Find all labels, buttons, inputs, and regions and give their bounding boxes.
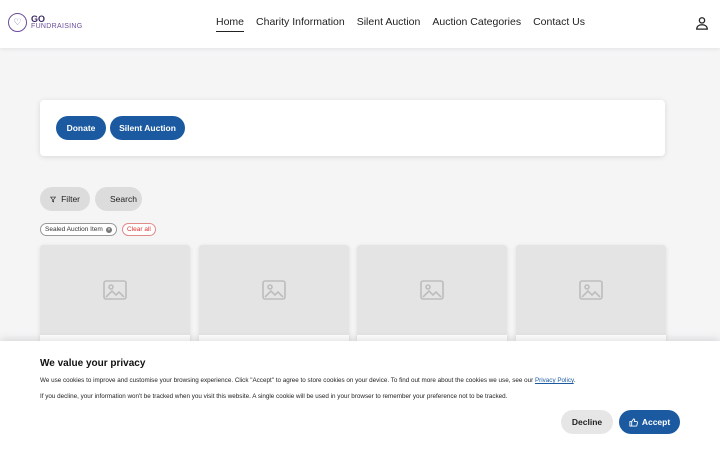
cookie-title: We value your privacy <box>40 358 146 369</box>
decline-button[interactable]: Decline <box>561 410 613 434</box>
nav-silent-auction[interactable]: Silent Auction <box>357 16 421 32</box>
card-image <box>199 245 349 335</box>
image-placeholder-icon <box>103 280 127 300</box>
filter-icon <box>50 196 57 202</box>
nav-contact-us[interactable]: Contact Us <box>533 16 585 32</box>
site-header: ♡ GO FUNDRAISING Home Charity Informatio… <box>0 0 720 48</box>
thumbs-up-icon <box>629 417 638 427</box>
silent-auction-button[interactable]: Silent Auction <box>110 116 185 140</box>
accept-button[interactable]: Accept <box>619 410 680 434</box>
close-icon[interactable]: × <box>105 226 112 233</box>
logo-sub: FUNDRAISING <box>31 22 83 30</box>
search-label: Search <box>110 194 137 204</box>
filter-button[interactable]: Filter <box>40 187 90 211</box>
nav-auction-categories[interactable]: Auction Categories <box>432 16 521 32</box>
nav-home[interactable]: Home <box>216 16 245 32</box>
search-button[interactable]: Search <box>95 187 142 211</box>
cookie-banner: We value your privacy We use cookies to … <box>0 341 720 450</box>
cookie-text-primary: We use cookies to improve and customise … <box>40 377 575 384</box>
cookie-text-secondary: If you decline, your information won't b… <box>40 393 508 400</box>
auction-item-card[interactable] <box>199 245 349 355</box>
auction-item-card[interactable] <box>357 245 507 355</box>
main-nav: Home Charity Information Silent Auction … <box>216 16 585 32</box>
image-placeholder-icon <box>420 280 444 300</box>
image-placeholder-icon <box>262 280 286 300</box>
filter-chip-sealed-auction[interactable]: Sealed Auction Item × <box>40 223 117 236</box>
cookie-text-end: . <box>573 377 576 384</box>
nav-charity-information[interactable]: Charity Information <box>256 16 345 32</box>
user-icon[interactable] <box>695 16 709 30</box>
cookie-text-body: We use cookies to improve and customise … <box>40 377 535 384</box>
logo-go: GO <box>31 13 46 24</box>
card-image <box>357 245 507 335</box>
logo-text: GO FUNDRAISING <box>31 13 83 31</box>
donate-button[interactable]: Donate <box>56 116 106 140</box>
image-placeholder-icon <box>579 280 603 300</box>
accept-label: Accept <box>641 417 671 427</box>
clear-all-button[interactable]: Clear all <box>122 223 156 236</box>
filter-label: Filter <box>61 194 80 204</box>
auction-item-card[interactable] <box>40 245 190 355</box>
action-card: Donate Silent Auction <box>40 100 665 156</box>
heart-logo-icon: ♡ <box>8 13 27 32</box>
filter-chip-label: Sealed Auction Item <box>45 226 103 233</box>
card-image <box>40 245 190 335</box>
auction-item-card[interactable] <box>516 245 666 355</box>
logo[interactable]: ♡ GO FUNDRAISING <box>8 13 83 32</box>
privacy-policy-link[interactable]: Privacy Policy <box>535 377 574 384</box>
card-image <box>516 245 666 335</box>
